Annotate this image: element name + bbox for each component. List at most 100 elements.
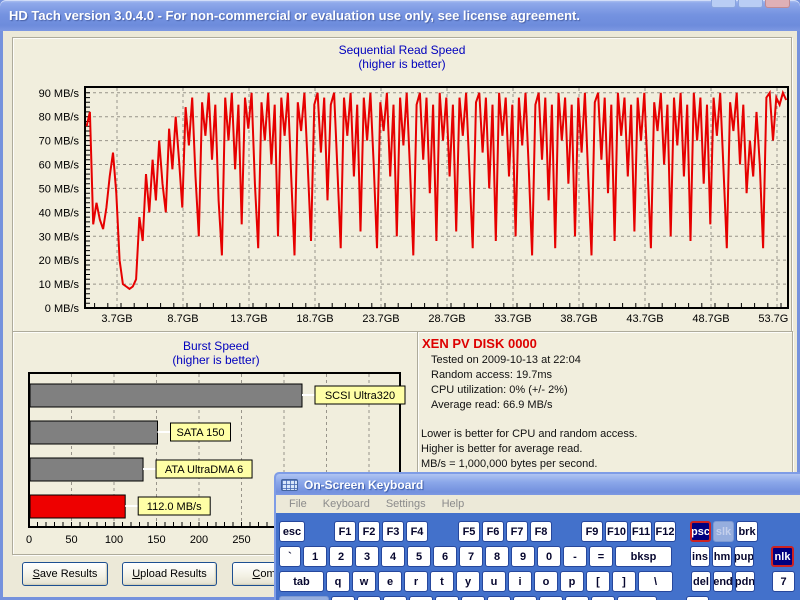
key-w[interactable]: w [352,571,376,592]
key-4[interactable]: 4 [686,596,709,600]
seq-x-tick: 3.7GB [101,313,132,325]
key-F12[interactable]: F12 [654,521,676,542]
device-name: XEN PV DISK 0000 [422,336,792,351]
key-o[interactable]: o [534,571,558,592]
osk-key-area: escF1F2F3F4F5F6F7F8F9F10F11F12pscslkbrk`… [276,513,800,600]
key-quote[interactable]: ' [591,596,615,600]
key-lbracket[interactable]: [ [586,571,610,592]
key-hm[interactable]: hm [712,546,732,567]
osk-menu-bar: FileKeyboardSettingsHelp [276,495,800,513]
key-0[interactable]: 0 [537,546,561,567]
key-F3[interactable]: F3 [382,521,404,542]
key-backtick[interactable]: ` [279,546,301,567]
key-r[interactable]: r [404,571,428,592]
key-2[interactable]: 2 [329,546,353,567]
key-k[interactable]: k [513,596,537,600]
close-button[interactable] [765,0,790,8]
seq-x-tick: 43.7GB [626,313,663,325]
read-speed-line [87,93,787,289]
key-ent[interactable]: ent [617,596,657,600]
seq-x-tick: 13.7GB [230,313,267,325]
key-y[interactable]: y [456,571,480,592]
key-i[interactable]: i [508,571,532,592]
key-F9[interactable]: F9 [581,521,603,542]
key-a[interactable]: a [331,596,355,600]
info-line: Random access: 19.7ms [431,368,792,383]
key-F4[interactable]: F4 [406,521,428,542]
key-h[interactable]: h [461,596,485,600]
key-tab[interactable]: tab [279,571,324,592]
key-nlk[interactable]: nlk [771,546,794,567]
minimize-button[interactable] [711,0,736,8]
key-u[interactable]: u [482,571,506,592]
note-line: MB/s = 1,000,000 bytes per second. [421,457,792,472]
key-g[interactable]: g [435,596,459,600]
key-9[interactable]: 9 [511,546,535,567]
osk-menu-settings[interactable]: Settings [378,498,434,510]
seq-x-tick: 28.7GB [428,313,465,325]
key-5[interactable]: 5 [407,546,431,567]
info-line: Average read: 66.9 MB/s [431,398,792,413]
key-3[interactable]: 3 [355,546,379,567]
key-q[interactable]: q [326,571,350,592]
key-lock[interactable]: lock [279,596,329,600]
key-del[interactable]: del [691,571,711,592]
osk-menu-file[interactable]: File [281,498,315,510]
key-ins[interactable]: ins [690,546,710,567]
window-title: HD Tach version 3.0.4.0 - For non-commer… [9,8,580,23]
save-results-button[interactable]: Save Results [22,562,108,586]
key-F8[interactable]: F8 [530,521,552,542]
key-F10[interactable]: F10 [605,521,628,542]
key-j[interactable]: j [487,596,511,600]
key-F1[interactable]: F1 [334,521,356,542]
info-line: CPU utilization: 0% (+/- 2%) [431,383,792,398]
seq-y-tick: 70 MB/s [39,136,80,148]
key-4[interactable]: 4 [381,546,405,567]
key-F11[interactable]: F11 [630,521,652,542]
key-f[interactable]: f [409,596,433,600]
key-backslash[interactable]: \ [638,571,673,592]
key-1[interactable]: 1 [303,546,327,567]
key-slk[interactable]: slk [713,521,734,542]
key-pup[interactable]: pup [734,546,754,567]
key-8[interactable]: 8 [485,546,509,567]
info-line: Tested on 2009-10-13 at 22:04 [431,353,792,368]
note-line: Lower is better for CPU and random acces… [421,427,792,442]
key-F2[interactable]: F2 [358,521,380,542]
burst-bar-label: 112.0 MB/s [147,501,202,513]
burst-bar-label: SATA 150 [177,427,225,439]
key-esc[interactable]: esc [279,521,305,542]
key-semicolon[interactable]: ; [565,596,589,600]
key-6[interactable]: 6 [433,546,457,567]
upload-results-button[interactable]: Upload Results [122,562,217,586]
burst-bar [30,384,302,407]
maximize-button[interactable] [738,0,763,8]
key-e[interactable]: e [378,571,402,592]
key-equals[interactable]: = [589,546,613,567]
key-psc[interactable]: psc [690,521,711,542]
key-F5[interactable]: F5 [458,521,480,542]
osk-window-title: On-Screen Keyboard [304,478,423,492]
osk-menu-keyboard[interactable]: Keyboard [315,498,378,510]
key-l[interactable]: l [539,596,563,600]
key-end[interactable]: end [713,571,733,592]
key-t[interactable]: t [430,571,454,592]
key-F7[interactable]: F7 [506,521,528,542]
key-s[interactable]: s [357,596,381,600]
osk-menu-help[interactable]: Help [434,498,473,510]
key-minus[interactable]: - [563,546,587,567]
key-F6[interactable]: F6 [482,521,504,542]
key-pdn[interactable]: pdn [735,571,755,592]
key-7[interactable]: 7 [459,546,483,567]
key-bksp[interactable]: bksp [615,546,672,567]
title-bar[interactable]: HD Tach version 3.0.4.0 - For non-commer… [0,0,800,31]
key-brk[interactable]: brk [736,521,758,542]
key-p[interactable]: p [560,571,584,592]
seq-x-tick: 23.7GB [362,313,399,325]
osk-title-bar[interactable]: On-Screen Keyboard [276,474,800,495]
seq-y-tick: 80 MB/s [39,112,80,124]
key-rbracket[interactable]: ] [612,571,636,592]
key-7[interactable]: 7 [772,571,795,592]
key-d[interactable]: d [383,596,407,600]
sequential-read-panel: 90 MB/s80 MB/s70 MB/s60 MB/s50 MB/s40 MB… [12,37,792,332]
